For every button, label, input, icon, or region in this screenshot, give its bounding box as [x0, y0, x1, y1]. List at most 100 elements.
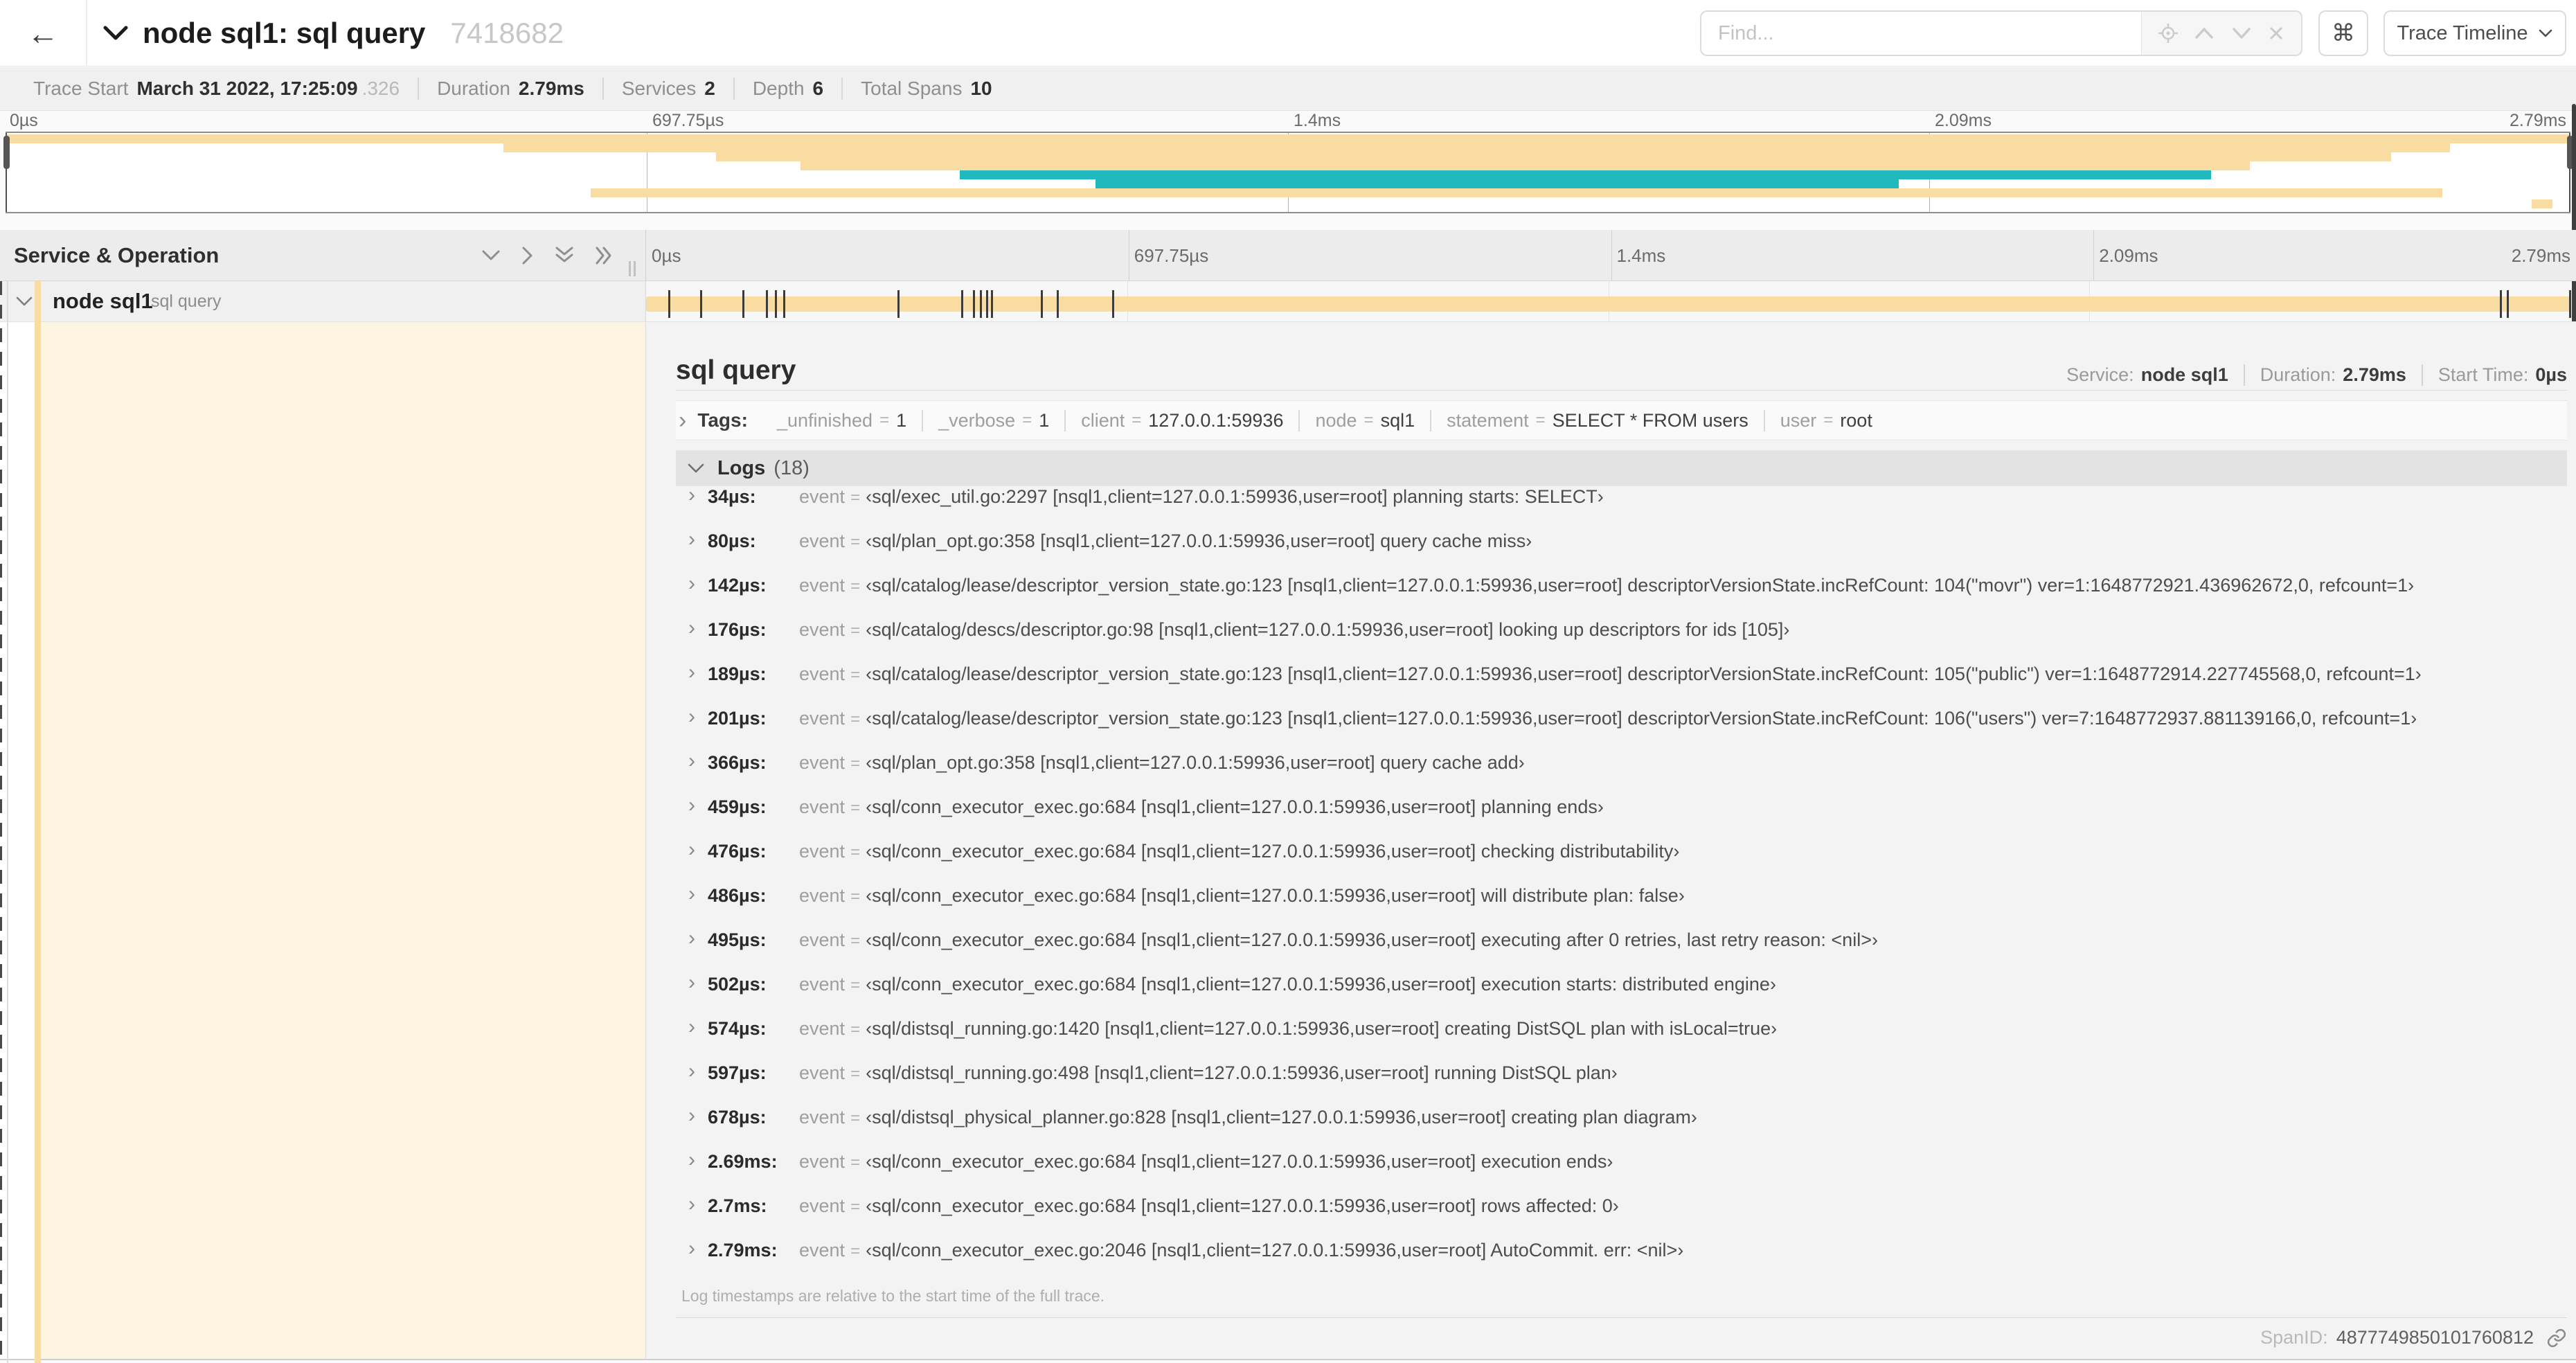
detail-color-fill [41, 322, 645, 1359]
column-resize-grip[interactable] [629, 261, 636, 276]
meta-value: 10 [970, 78, 992, 99]
log-entry-row[interactable]: › 201µs: event = ‹sql/catalog/lease/descript… [676, 706, 2567, 752]
chevron-down-icon [688, 463, 704, 472]
log-entry-row[interactable]: › 2.69ms: event = ‹sql/conn_executor_exec.go… [676, 1148, 2567, 1195]
log-field-key: event [799, 575, 846, 596]
log-entry-row[interactable]: › 574µs: event = ‹sql/distsql_running.go:142… [676, 1017, 2567, 1062]
log-marker[interactable] [766, 290, 769, 318]
chevron-right-icon: › [688, 794, 695, 817]
meta-label: Total Spans [861, 78, 963, 99]
clear-search-icon[interactable] [2268, 25, 2284, 42]
log-marker[interactable] [1040, 290, 1043, 318]
log-timestamp: 476µs: [708, 841, 767, 862]
logs-header[interactable]: Logs (18) [676, 450, 2567, 486]
log-entry-row[interactable]: › 142µs: event = ‹sql/catalog/lease/descript… [676, 572, 2567, 619]
log-entry-row[interactable]: › 2.79ms: event = ‹sql/conn_executor_exec.go… [676, 1238, 2567, 1284]
find-input[interactable] [1700, 10, 2142, 56]
prev-match-icon[interactable] [2194, 26, 2215, 40]
span-row[interactable]: node sql1 sql query [0, 281, 2576, 322]
minimap-tick-label: 697.75µs [652, 111, 724, 130]
minimap-span-band [716, 152, 2391, 161]
log-entry-row[interactable]: › 486µs: event = ‹sql/conn_executor_exec.go:… [676, 884, 2567, 929]
tag-key: node [1315, 409, 1357, 431]
tag-pair: client = 127.0.0.1:59936 [1064, 409, 1298, 431]
chevron-right-icon: › [688, 1148, 695, 1171]
log-marker[interactable] [668, 290, 670, 318]
span-name-cell[interactable]: node sql1 sql query [0, 281, 645, 321]
locate-icon[interactable] [2158, 24, 2178, 43]
chevron-down-icon[interactable] [102, 24, 129, 42]
chevron-right-icon: › [688, 927, 695, 950]
tag-pair: _unfinished = 1 [762, 410, 922, 431]
trace-timeline-label: Trace Timeline [2397, 21, 2528, 44]
span-collapse-icon[interactable] [15, 296, 33, 308]
log-field-value: ‹sql/conn_executor_exec.go:684 [nsql1,cl… [866, 974, 1776, 995]
collapse-all-icon[interactable] [554, 245, 575, 266]
keyboard-shortcuts-button[interactable]: ⌘ [2318, 10, 2368, 56]
log-marker[interactable] [973, 290, 976, 318]
equals-sign: = [850, 1109, 861, 1128]
tags-accordion[interactable]: › Tags: _unfinished = 1 _verbose = 1 client = 12… [676, 400, 2567, 440]
log-field-value: ‹sql/distsql_physical_planner.go:828 [ns… [866, 1107, 1697, 1128]
log-entry-row[interactable]: › 495µs: event = ‹sql/conn_executor_exec.go:… [676, 927, 2567, 974]
chevron-right-icon: › [688, 572, 695, 595]
trace-timeline-dropdown[interactable]: Trace Timeline [2383, 10, 2566, 56]
chevron-right-icon: › [688, 528, 695, 551]
log-entry-row[interactable]: › 502µs: event = ‹sql/conn_executor_exec.go:… [676, 972, 2567, 1018]
log-marker[interactable] [742, 290, 745, 318]
expand-all-icon[interactable] [594, 245, 615, 266]
chevron-right-icon: › [688, 838, 695, 861]
log-entry-row[interactable]: › 176µs: event = ‹sql/catalog/descs/descript… [676, 618, 2567, 663]
log-field-value: ‹sql/catalog/lease/descriptor_version_st… [866, 708, 2417, 729]
log-entry-row[interactable]: › 80µs: event = ‹sql/plan_opt.go:358 [nsql1,… [676, 528, 2567, 575]
log-marker[interactable] [775, 290, 778, 318]
equals-sign: = [850, 843, 861, 862]
log-marker[interactable] [699, 290, 702, 318]
equals-sign: = [850, 533, 861, 551]
log-timestamp: 189µs: [708, 663, 767, 684]
log-entry-row[interactable]: › 597µs: event = ‹sql/distsql_running.go:498… [676, 1061, 2567, 1107]
log-marker[interactable] [980, 290, 983, 318]
log-field-value: ‹sql/conn_executor_exec.go:684 [nsql1,cl… [866, 796, 1604, 817]
log-field-key: event [799, 1240, 846, 1260]
log-entry-row[interactable]: › 366µs: event = ‹sql/plan_opt.go:358 [nsql1… [676, 751, 2567, 796]
log-marker[interactable] [1056, 290, 1059, 318]
detail-meta-label: Service: [2066, 364, 2134, 385]
minimap-tick-label: 2.09ms [1935, 111, 1992, 130]
log-field-value: ‹sql/catalog/lease/descriptor_version_st… [866, 575, 2415, 596]
log-marker[interactable] [961, 290, 964, 318]
collapse-one-icon[interactable] [481, 249, 501, 262]
log-marker[interactable] [783, 290, 786, 318]
link-icon[interactable] [2546, 1328, 2567, 1348]
log-marker[interactable] [991, 290, 994, 318]
log-entry-row[interactable]: › 678µs: event = ‹sql/distsql_physical_plann… [676, 1105, 2567, 1151]
minimap-canvas[interactable] [3, 132, 2573, 213]
log-field-key: event [799, 619, 846, 640]
log-entry-row[interactable]: › 459µs: event = ‹sql/conn_executor_exec.go:… [676, 794, 2567, 841]
log-marker[interactable] [2507, 290, 2510, 318]
chevron-down-icon [2539, 29, 2552, 37]
log-entry-row[interactable]: › 34µs: event = ‹sql/exec_util.go:2297 [nsql… [676, 485, 2567, 531]
log-field-value: ‹sql/conn_executor_exec.go:2046 [nsql1,c… [866, 1240, 1684, 1260]
logs-count: (18) [773, 456, 810, 479]
back-button[interactable]: ← [0, 0, 87, 66]
log-marker[interactable] [897, 290, 900, 318]
meta-label: Services [621, 78, 697, 99]
detail-meta-item: Service: node sql1 [2051, 364, 2244, 386]
span-duration-bar[interactable] [646, 296, 2570, 312]
expand-one-icon[interactable] [521, 245, 535, 266]
log-marker[interactable] [2500, 290, 2503, 318]
span-id-row: SpanID: 4877749850101760812 [676, 1317, 2567, 1357]
scrubber-left-grip[interactable] [3, 136, 10, 169]
log-field-key: event [799, 708, 846, 729]
log-marker[interactable] [1112, 290, 1115, 318]
next-match-icon[interactable] [2231, 26, 2252, 40]
span-timeline-cell[interactable] [645, 281, 2571, 321]
log-entry-row[interactable]: › 2.7ms: event = ‹sql/conn_executor_exec.go:… [676, 1194, 2567, 1240]
log-entry-row[interactable]: › 189µs: event = ‹sql/catalog/lease/descript… [676, 662, 2567, 708]
log-entry-row[interactable]: › 476µs: event = ‹sql/conn_executor_exec.go:… [676, 838, 2567, 885]
detail-panel: sql query Service: node sql1 Duration: 2.79… [645, 322, 2576, 1359]
log-marker[interactable] [2569, 290, 2571, 318]
log-timestamp: 2.69ms: [708, 1151, 778, 1172]
log-marker[interactable] [986, 290, 989, 318]
